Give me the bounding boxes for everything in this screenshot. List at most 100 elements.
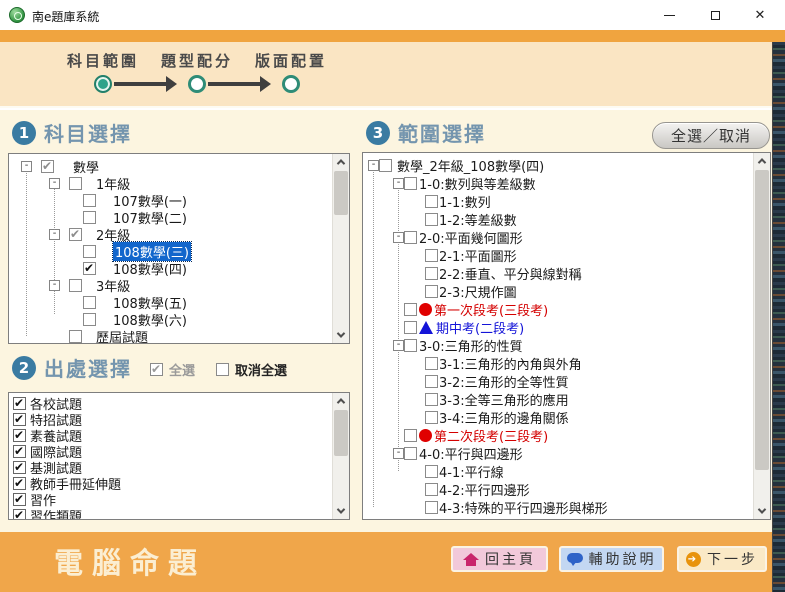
tree-node-label[interactable]: 第一次段考(三段考): [434, 300, 548, 319]
tree-node-content[interactable]: 2-1:平面圖形: [439, 246, 517, 265]
tree-node-content[interactable]: 4-0:平行與四邊形: [419, 444, 523, 463]
step-label-question-allocation[interactable]: 題型配分: [149, 50, 245, 71]
step-label-layout[interactable]: 版面配置: [243, 50, 339, 71]
scroll-up-button[interactable]: [333, 154, 349, 170]
tree-node-content[interactable]: 第二次段考(三段考): [419, 426, 548, 445]
source-list-scrollbar[interactable]: [332, 393, 349, 519]
scroll-down-button[interactable]: [333, 503, 349, 519]
tree-node-content[interactable]: 3-0:三角形的性質: [419, 336, 523, 355]
tree-node-label[interactable]: 4-2:平行四邊形: [439, 480, 530, 499]
help-button[interactable]: 輔助說明: [559, 546, 664, 572]
checkbox[interactable]: [83, 296, 96, 309]
tree-node-content[interactable]: 2年級: [96, 226, 130, 244]
step-dot-2[interactable]: [188, 75, 206, 93]
scroll-down-button[interactable]: [754, 503, 770, 519]
subject-tree-scrollbar[interactable]: [332, 154, 349, 343]
checkbox[interactable]: [83, 194, 96, 207]
tree-node-content[interactable]: 2-0:平面幾何圖形: [419, 228, 523, 247]
tree-node-content[interactable]: 4-1:平行線: [439, 463, 504, 481]
checkbox[interactable]: [83, 313, 96, 326]
next-step-button[interactable]: ➔ 下一步: [677, 546, 767, 572]
checkbox[interactable]: [13, 412, 26, 426]
tree-node-label[interactable]: 歷屆試題: [96, 327, 148, 343]
checkbox[interactable]: [425, 411, 438, 424]
tree-node-content[interactable]: 3-3:全等三角形的應用: [439, 391, 569, 409]
checkbox[interactable]: [404, 303, 417, 316]
tree-expander[interactable]: -: [49, 229, 60, 240]
step-dot-3[interactable]: [282, 75, 300, 93]
tree-node-content[interactable]: 數學_2年級_108數學(四): [397, 157, 544, 175]
tree-expander[interactable]: -: [393, 448, 404, 459]
select-toggle-button[interactable]: 全選／取消: [652, 122, 770, 149]
checkbox[interactable]: [379, 159, 392, 172]
tree-expander[interactable]: -: [21, 161, 32, 172]
tree-node-content[interactable]: 108數學(三): [112, 241, 192, 262]
tree-node-content[interactable]: 2-3:尺規作圖: [439, 283, 517, 301]
checkbox[interactable]: [404, 321, 417, 334]
tree-node-label[interactable]: 1-1:數列: [439, 192, 491, 211]
tree-node-content[interactable]: 3-4:三角形的邊角關係: [439, 409, 569, 427]
tree-node-content[interactable]: 1-1:數列: [439, 192, 491, 211]
checkbox[interactable]: [83, 211, 96, 224]
checkbox[interactable]: [404, 429, 417, 442]
tree-node-content[interactable]: 107數學(二): [113, 209, 187, 227]
checkbox[interactable]: [69, 227, 82, 241]
scrollbar-thumb[interactable]: [755, 170, 769, 470]
checkbox[interactable]: [404, 447, 417, 460]
tree-node-content[interactable]: 107數學(一): [113, 192, 187, 210]
range-tree-scrollbar[interactable]: [753, 153, 770, 519]
tree-node-label[interactable]: 2-1:平面圖形: [439, 246, 517, 265]
scrollbar-thumb[interactable]: [334, 171, 348, 215]
tree-node-content[interactable]: 1-0:數列與等差級數: [419, 174, 536, 193]
checkbox[interactable]: [13, 396, 26, 410]
tree-expander[interactable]: -: [393, 340, 404, 351]
tree-expander[interactable]: -: [393, 178, 404, 189]
scroll-down-button[interactable]: [333, 327, 349, 343]
minimize-button[interactable]: [647, 0, 691, 30]
tree-node-content[interactable]: 1-2:等差級數: [439, 210, 517, 229]
tree-expander[interactable]: -: [393, 232, 404, 243]
deselect-all-checkbox[interactable]: 取消全選: [216, 360, 287, 379]
scroll-up-button[interactable]: [754, 153, 770, 169]
tree-node-label[interactable]: 2-2:垂直、平分與線對稱: [439, 264, 582, 283]
checkbox[interactable]: [425, 213, 438, 226]
tree-node-content[interactable]: 108數學(五): [113, 294, 187, 312]
tree-node-label[interactable]: 2-0:平面幾何圖形: [419, 228, 523, 247]
checkbox[interactable]: [425, 483, 438, 496]
checkbox[interactable]: [13, 428, 26, 442]
checkbox[interactable]: [425, 375, 438, 388]
checkbox[interactable]: [41, 159, 54, 173]
checkbox[interactable]: [404, 177, 417, 190]
checkbox[interactable]: [425, 195, 438, 208]
step-dot-1[interactable]: [94, 75, 112, 93]
list-item[interactable]: 習作類題: [9, 507, 331, 519]
checkbox[interactable]: [425, 249, 438, 262]
tree-node-content[interactable]: 3年級: [96, 277, 130, 295]
checkbox[interactable]: [425, 357, 438, 370]
checkbox[interactable]: [13, 476, 26, 490]
scrollbar-thumb[interactable]: [334, 410, 348, 456]
tree-node-label[interactable]: 1-0:數列與等差級數: [419, 174, 536, 193]
tree-node-content[interactable]: 2-2:垂直、平分與線對稱: [439, 264, 582, 283]
tree-node-content[interactable]: 數學: [73, 158, 99, 176]
checkbox[interactable]: [425, 393, 438, 406]
tree-node-label[interactable]: 3-2:三角形的全等性質: [439, 372, 569, 391]
tree-node-content[interactable]: 4-2:平行四邊形: [439, 480, 530, 499]
tree-node-label[interactable]: 3-0:三角形的性質: [419, 336, 523, 355]
tree-node-content[interactable]: 第一次段考(三段考): [419, 300, 548, 319]
tree-node-label[interactable]: 1-2:等差級數: [439, 210, 517, 229]
maximize-button[interactable]: [693, 0, 737, 30]
checkbox[interactable]: [83, 245, 96, 258]
checkbox[interactable]: [69, 279, 82, 292]
tree-node-label[interactable]: 期中考(二段考): [436, 318, 524, 337]
tree-node-label[interactable]: 第二次段考(三段考): [434, 426, 548, 445]
close-button[interactable]: ✕: [738, 0, 782, 30]
checkbox[interactable]: [425, 267, 438, 280]
tree-node-label[interactable]: 3-1:三角形的內角與外角: [439, 354, 582, 373]
checkbox[interactable]: [425, 285, 438, 298]
checkbox[interactable]: [83, 261, 96, 275]
checkbox[interactable]: [13, 444, 26, 458]
tree-node-label[interactable]: 4-0:平行與四邊形: [419, 444, 523, 463]
tree-expander[interactable]: -: [49, 280, 60, 291]
scroll-up-button[interactable]: [333, 393, 349, 409]
